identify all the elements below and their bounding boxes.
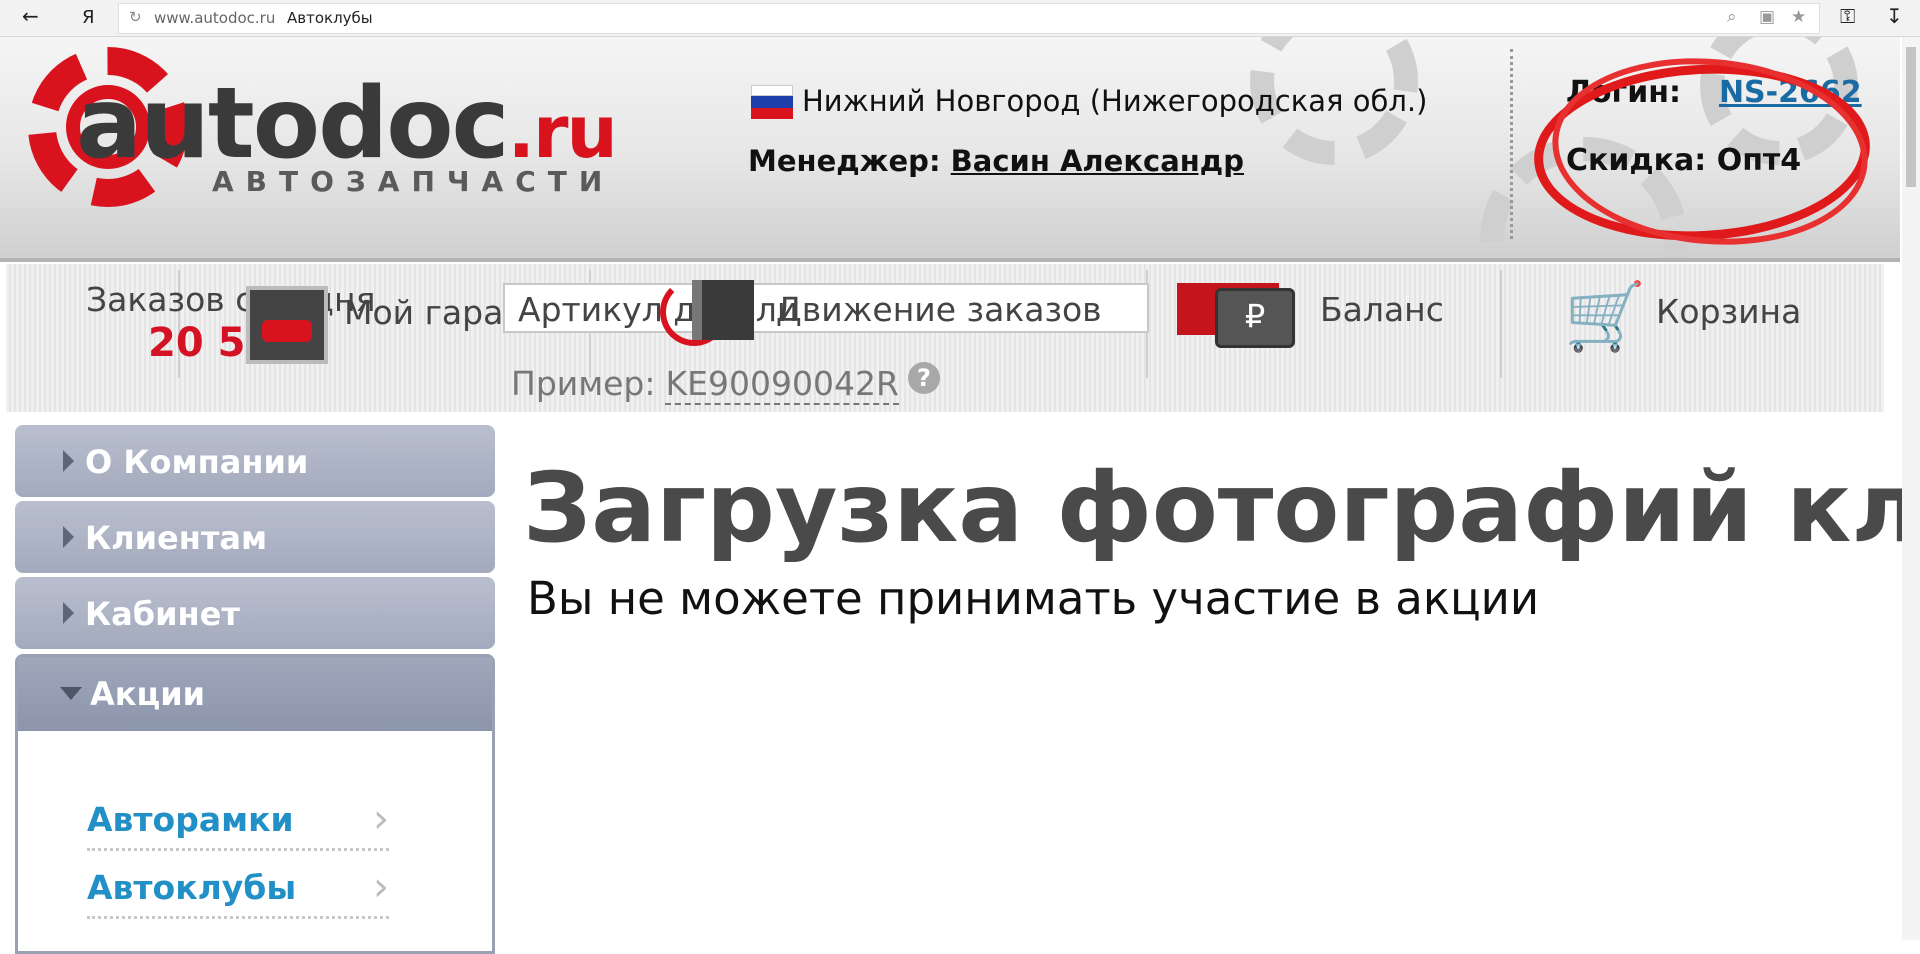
reload-icon[interactable]: ↻ xyxy=(129,8,142,26)
sidebar-subitem-label: Авторамки xyxy=(87,800,294,839)
balance-link[interactable]: Баланс xyxy=(1320,290,1444,329)
region-selector[interactable]: Нижний Новгород (Нижегородская обл.) xyxy=(802,84,1427,118)
chevron-right-icon: › xyxy=(373,864,389,910)
back-icon[interactable]: ← xyxy=(22,4,39,28)
sidebar-item-label: О Компании xyxy=(85,443,309,481)
header-divider xyxy=(1510,49,1513,239)
browser-toolbar: ← Я ↻ www.autodoc.ru Автоклубы ⌕ ▣ ★ ⚿ ↧ xyxy=(0,0,1920,37)
manager-info: Менеджер: Васин Александр xyxy=(748,144,1244,178)
caret-right-icon xyxy=(63,602,74,624)
extension-key-icon[interactable]: ⚿ xyxy=(1840,4,1855,28)
caret-right-icon xyxy=(63,526,74,548)
sidebar-item-label: Кабинет xyxy=(85,595,240,633)
manager-label: Менеджер: xyxy=(748,144,941,178)
sidebar-subitem-car-frames[interactable]: Авторамки › xyxy=(87,792,389,851)
orders-today-count: 20 5 xyxy=(148,320,246,366)
garage-icon[interactable] xyxy=(246,286,328,364)
sidebar-subitem-car-clubs[interactable]: Автоклубы › xyxy=(87,860,389,919)
example-value-link[interactable]: KE90090042R xyxy=(665,364,899,405)
example-label: Пример: xyxy=(511,364,656,403)
cart-link[interactable]: Корзина xyxy=(1656,292,1801,331)
sidebar-item-clients[interactable]: Клиентам xyxy=(15,501,495,573)
sidebar-section-header[interactable]: Акции xyxy=(18,657,492,731)
sidebar-item-cabinet[interactable]: Кабинет xyxy=(15,577,495,649)
order-document-icon[interactable] xyxy=(692,280,754,340)
yandex-icon[interactable]: Я xyxy=(82,7,95,28)
chevron-right-icon: › xyxy=(373,796,389,842)
zoom-icon[interactable]: ⌕ xyxy=(1727,7,1737,27)
caret-down-icon xyxy=(60,687,82,700)
page-title: Загрузка фотографий кл xyxy=(523,452,1920,564)
scrollbar-thumb[interactable] xyxy=(1906,47,1916,187)
garage-car-shape xyxy=(262,320,312,342)
sidebar-subitem-label: Автоклубы xyxy=(87,868,297,907)
sidebar-section-promotions: Акции Авторамки › Автоклубы › xyxy=(15,654,495,954)
caret-right-icon xyxy=(63,450,74,472)
manager-name-link[interactable]: Васин Александр xyxy=(951,144,1244,178)
toolbar-divider xyxy=(1500,270,1502,378)
sidebar-section-label: Акции xyxy=(90,675,206,713)
search-example: Пример: KE90090042R xyxy=(511,364,899,405)
address-url[interactable]: www.autodoc.ru xyxy=(154,9,275,27)
bookmark-star-icon[interactable]: ★ xyxy=(1791,7,1806,27)
page-scrollbar[interactable] xyxy=(1902,37,1920,940)
site-header: autodoc.ru АВТОЗАПЧАСТИ Нижний Новгород … xyxy=(0,37,1900,262)
wallet-ruble-icon[interactable]: ₽ xyxy=(1215,288,1295,348)
logo-wordmark: autodoc.ru xyxy=(76,75,618,174)
download-icon[interactable]: ↧ xyxy=(1886,4,1903,28)
logo-domain: .ru xyxy=(507,90,618,174)
sidebar-item-label: Клиентам xyxy=(85,519,268,557)
cart-icon[interactable]: 🛒 xyxy=(1564,284,1646,350)
address-page-title: Автоклубы xyxy=(287,9,373,27)
help-icon[interactable]: ? xyxy=(908,362,940,394)
order-movement-link[interactable]: Движение заказов xyxy=(776,290,1102,329)
sidebar-item-company[interactable]: О Компании xyxy=(15,425,495,497)
status-message: Вы не можете принимать участие в акции xyxy=(527,572,1540,625)
russia-flag-icon xyxy=(751,85,793,119)
orders-today-label: Заказов сегодня xyxy=(86,280,376,319)
lock-icon[interactable]: ▣ xyxy=(1759,7,1775,27)
logo-wordmark-text: autodoc xyxy=(76,67,510,181)
part-search-placeholder[interactable]: Артикул детали xyxy=(518,290,798,329)
address-bar[interactable]: ↻ www.autodoc.ru Автоклубы ⌕ ▣ ★ xyxy=(118,3,1820,34)
logo-subtitle: АВТОЗАПЧАСТИ xyxy=(212,165,615,198)
site-logo[interactable]: autodoc.ru АВТОЗАПЧАСТИ xyxy=(28,47,618,237)
